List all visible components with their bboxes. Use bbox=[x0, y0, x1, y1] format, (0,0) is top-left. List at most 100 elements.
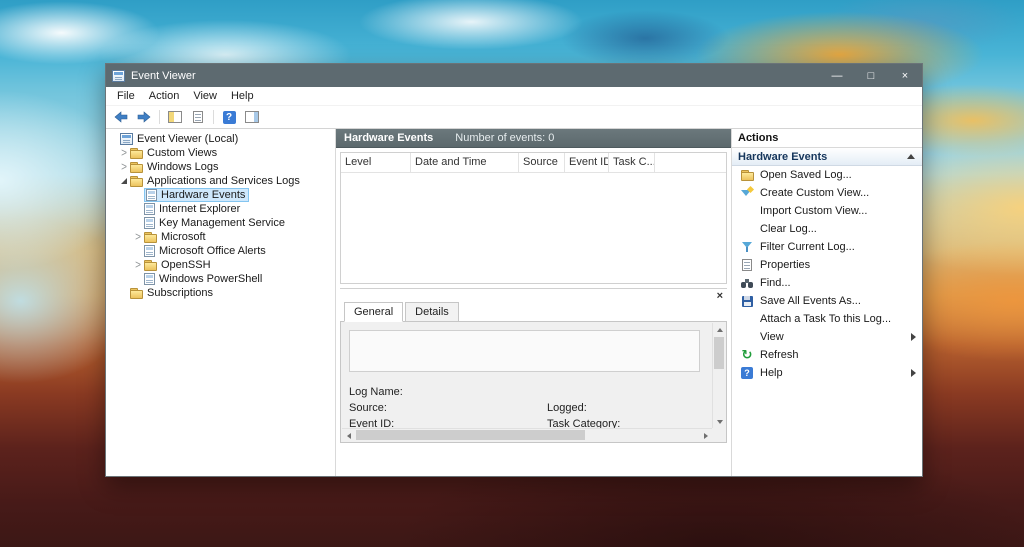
tree-item-applications-services-logs[interactable]: Applications and Services Logs bbox=[106, 174, 335, 188]
tree-item-label: Subscriptions bbox=[147, 287, 214, 299]
tree-item-internet-explorer[interactable]: Internet Explorer bbox=[106, 202, 335, 216]
action-label: Attach a Task To this Log... bbox=[760, 313, 892, 325]
action-import-custom-view[interactable]: Import Custom View... bbox=[732, 202, 922, 220]
scroll-left-arrow-icon[interactable] bbox=[342, 429, 355, 442]
column-event-id[interactable]: Event ID bbox=[565, 153, 609, 172]
field-source: Source: bbox=[349, 402, 387, 414]
column-task-category[interactable]: Task C... bbox=[609, 153, 655, 172]
menu-help[interactable]: Help bbox=[224, 88, 261, 104]
toolbar-console-tree-button[interactable] bbox=[164, 107, 186, 127]
tree-item-windows-powershell[interactable]: Windows PowerShell bbox=[106, 272, 335, 286]
back-arrow-icon bbox=[114, 111, 128, 123]
horizontal-scrollbar-thumb[interactable] bbox=[356, 430, 586, 440]
chevron-right-icon[interactable] bbox=[132, 260, 144, 271]
preview-pane: × General Details Log Name: Source: Logg… bbox=[340, 288, 727, 443]
chevron-right-icon[interactable] bbox=[118, 162, 130, 173]
preview-horizontal-scrollbar[interactable] bbox=[342, 428, 712, 441]
preview-vertical-scrollbar[interactable] bbox=[712, 323, 725, 428]
event-viewer-app-icon bbox=[112, 69, 125, 82]
event-list: Level Date and Time Source Event ID Task… bbox=[340, 152, 727, 284]
preview-pane-top: × bbox=[340, 288, 727, 302]
event-log-icon bbox=[146, 189, 157, 201]
tree-item-label: Event Viewer (Local) bbox=[137, 133, 239, 145]
action-view[interactable]: View bbox=[732, 328, 922, 346]
action-save-all-events-as[interactable]: Save All Events As... bbox=[732, 292, 922, 310]
action-label: Filter Current Log... bbox=[760, 241, 855, 253]
preview-tabs: General Details bbox=[340, 302, 727, 322]
funnel-icon bbox=[741, 241, 753, 253]
titlebar[interactable]: Event Viewer — □ × bbox=[106, 64, 922, 87]
action-attach-task[interactable]: Attach a Task To this Log... bbox=[732, 310, 922, 328]
menu-view[interactable]: View bbox=[186, 88, 224, 104]
folder-icon bbox=[130, 287, 143, 299]
event-description-box bbox=[349, 330, 700, 372]
submenu-arrow-icon bbox=[911, 333, 916, 341]
field-logged: Logged: bbox=[547, 402, 587, 414]
folder-icon bbox=[130, 175, 143, 187]
menu-action[interactable]: Action bbox=[142, 88, 187, 104]
action-label: Find... bbox=[760, 277, 791, 289]
tree-item-label: Windows Logs bbox=[147, 161, 219, 173]
event-list-header: Level Date and Time Source Event ID Task… bbox=[341, 153, 726, 173]
tree-item-event-viewer-local[interactable]: Event Viewer (Local) bbox=[106, 132, 335, 146]
tree-item-microsoft[interactable]: Microsoft bbox=[106, 230, 335, 244]
chevron-right-icon[interactable] bbox=[132, 232, 144, 243]
preview-close-icon[interactable]: × bbox=[717, 289, 723, 303]
toolbar-back-button[interactable] bbox=[110, 107, 132, 127]
tree-item-openssh[interactable]: OpenSSH bbox=[106, 258, 335, 272]
tree-item-microsoft-office-alerts[interactable]: Microsoft Office Alerts bbox=[106, 244, 335, 258]
close-button[interactable]: × bbox=[888, 64, 922, 87]
collapse-arrow-icon[interactable] bbox=[907, 154, 915, 159]
folder-icon bbox=[130, 147, 143, 159]
toolbar-forward-button[interactable] bbox=[133, 107, 155, 127]
tree-item-hardware-events[interactable]: Hardware Events bbox=[106, 188, 335, 202]
tree-item-windows-logs[interactable]: Windows Logs bbox=[106, 160, 335, 174]
action-create-custom-view[interactable]: Create Custom View... bbox=[732, 184, 922, 202]
toolbar-help-button[interactable] bbox=[218, 107, 240, 127]
maximize-button[interactable]: □ bbox=[854, 64, 888, 87]
scroll-up-arrow-icon[interactable] bbox=[713, 323, 726, 336]
action-label: Create Custom View... bbox=[760, 187, 870, 199]
menubar: File Action View Help bbox=[106, 87, 922, 106]
column-date-time[interactable]: Date and Time bbox=[411, 153, 519, 172]
action-filter-current-log[interactable]: Filter Current Log... bbox=[732, 238, 922, 256]
tree-item-label: Microsoft Office Alerts bbox=[159, 245, 266, 257]
action-label: View bbox=[760, 331, 784, 343]
menu-file[interactable]: File bbox=[110, 88, 142, 104]
action-help[interactable]: Help bbox=[732, 364, 922, 382]
column-filler bbox=[655, 153, 726, 172]
event-viewer-icon bbox=[120, 133, 133, 145]
tree-item-subscriptions[interactable]: Subscriptions bbox=[106, 286, 335, 300]
tab-general[interactable]: General bbox=[344, 302, 404, 322]
toolbar-properties-button[interactable] bbox=[187, 107, 209, 127]
action-find[interactable]: Find... bbox=[732, 274, 922, 292]
scroll-right-arrow-icon[interactable] bbox=[699, 429, 712, 442]
action-refresh[interactable]: Refresh bbox=[732, 346, 922, 364]
vertical-scrollbar-thumb[interactable] bbox=[714, 337, 724, 369]
help-question-icon bbox=[222, 110, 236, 124]
action-properties[interactable]: Properties bbox=[732, 256, 922, 274]
event-log-icon bbox=[144, 203, 155, 215]
event-log-icon bbox=[144, 245, 155, 257]
tree-item-key-management-service[interactable]: Key Management Service bbox=[106, 216, 335, 230]
minimize-button[interactable]: — bbox=[820, 64, 854, 87]
tree-item-custom-views[interactable]: Custom Views bbox=[106, 146, 335, 160]
scroll-down-arrow-icon[interactable] bbox=[713, 415, 726, 428]
action-clear-log[interactable]: Clear Log... bbox=[732, 220, 922, 238]
field-log-name: Log Name: bbox=[349, 386, 403, 398]
column-level[interactable]: Level bbox=[341, 153, 411, 172]
chevron-expanded-icon[interactable] bbox=[118, 178, 130, 184]
action-open-saved-log[interactable]: Open Saved Log... bbox=[732, 166, 922, 184]
tree-item-label: Applications and Services Logs bbox=[147, 175, 300, 187]
actions-group-header[interactable]: Hardware Events bbox=[732, 148, 922, 166]
toolbar-action-pane-button[interactable] bbox=[241, 107, 263, 127]
console-tree-icon bbox=[168, 111, 182, 123]
chevron-right-icon[interactable] bbox=[118, 148, 130, 159]
console-tree-pane: Event Viewer (Local) Custom Views Window… bbox=[106, 129, 336, 476]
tab-details[interactable]: Details bbox=[405, 302, 459, 322]
column-source[interactable]: Source bbox=[519, 153, 565, 172]
preview-body: Log Name: Source: Logged: Event ID: Task… bbox=[340, 321, 727, 443]
action-label: Import Custom View... bbox=[760, 205, 868, 217]
event-count: Number of events: 0 bbox=[455, 132, 555, 144]
binoculars-icon bbox=[740, 278, 754, 288]
